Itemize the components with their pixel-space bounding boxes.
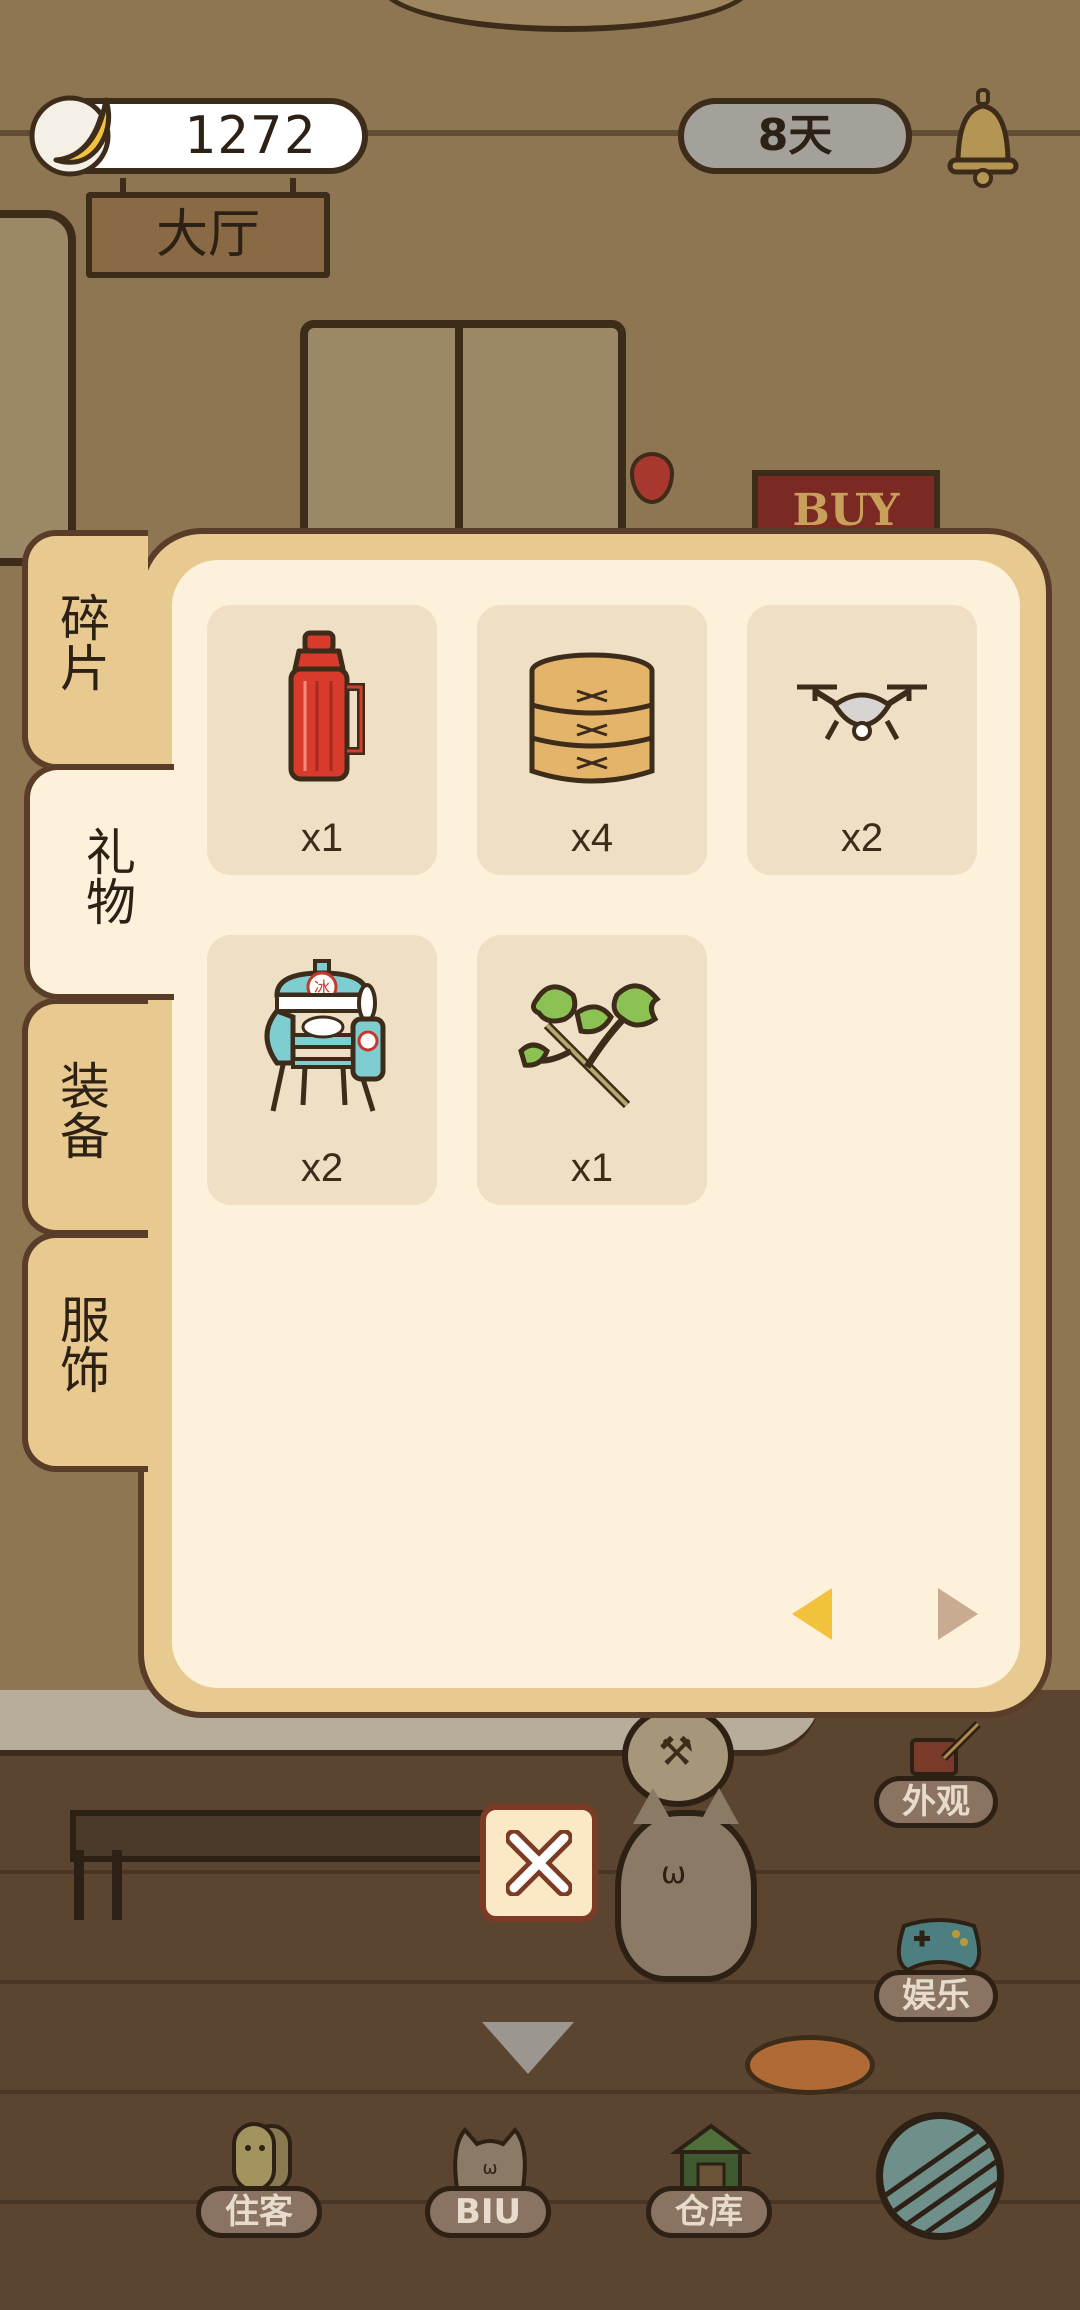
inventory-slot[interactable]: x2 — [747, 605, 977, 875]
warehouse-label-box: 仓库 — [646, 2186, 772, 2238]
tab-fragments[interactable]: 碎片 — [22, 530, 148, 770]
tab-equipment[interactable]: 装备 — [22, 998, 148, 1236]
close-icon — [506, 1830, 572, 1896]
warehouse-label: 仓库 — [675, 2192, 743, 2232]
close-button[interactable] — [480, 1804, 598, 1922]
drone-icon — [797, 684, 927, 741]
nav-biu[interactable]: ω BIU — [425, 2118, 555, 2238]
item-count: x4 — [570, 816, 614, 860]
nav-guests[interactable]: 住客 — [196, 2118, 326, 2238]
paint-bucket-icon — [910, 1721, 981, 1776]
tab-label: 礼物 — [78, 826, 136, 926]
left-window — [0, 210, 76, 566]
entertainment-label: 娱乐 — [902, 1976, 970, 2016]
svg-text:ω: ω — [482, 2158, 497, 2179]
days-counter: 8天 — [678, 98, 912, 174]
bench-leg — [74, 1850, 84, 1920]
warehouse-icon — [669, 2123, 753, 2192]
cat-ear — [699, 1788, 739, 1824]
inventory-slot[interactable]: x4 — [477, 605, 707, 875]
inventory-slot[interactable]: x1 — [207, 605, 437, 875]
guests-label: 住客 — [225, 2192, 293, 2232]
shopkeeper-cat[interactable]: ω — [615, 1788, 757, 1982]
cat-ear — [633, 1788, 673, 1824]
days-label: 8天 — [757, 110, 833, 161]
cat-head-icon: ω — [453, 2126, 527, 2190]
bamboo-steamer-icon — [529, 652, 655, 784]
coin-amount: 1272 — [184, 106, 318, 166]
bench-leg — [112, 1850, 122, 1920]
inventory-slot[interactable]: 冰 x2 — [207, 935, 437, 1205]
nav-warehouse[interactable]: 仓库 — [646, 2118, 776, 2238]
guests-icon — [232, 2122, 292, 2192]
room-name: 大厅 — [155, 205, 260, 265]
biu-label-box: BIU — [425, 2186, 551, 2238]
floor-plank-line — [0, 2090, 1080, 2094]
yarn-strand — [883, 2122, 997, 2225]
hammer-icon: ⚒ — [658, 1729, 694, 1775]
appearance-label: 外观 — [902, 1782, 970, 1822]
entertainment-label-box: 娱乐 — [874, 1970, 998, 2022]
bell-icon[interactable] — [946, 88, 1020, 188]
guests-label-box: 住客 — [196, 2186, 322, 2238]
appearance-button[interactable]: 外观 — [874, 1718, 1004, 1828]
page-next-arrow[interactable] — [938, 1588, 978, 1640]
biu-label: BIU — [454, 2192, 522, 2232]
item-count: x1 — [300, 816, 344, 860]
room-sign: 大厅 — [86, 192, 330, 278]
item-count: x2 — [300, 1146, 344, 1190]
collapse-arrow[interactable] — [482, 2022, 574, 2074]
item-count: x2 — [840, 816, 884, 860]
inventory-slot[interactable]: x1 — [477, 935, 707, 1205]
thermos-icon — [288, 630, 365, 782]
tab-label: 碎片 — [52, 592, 110, 692]
yarn-ball-button[interactable] — [876, 2112, 1004, 2240]
tab-clothing[interactable]: 服饰 — [22, 1232, 148, 1472]
tab-label: 服饰 — [52, 1294, 110, 1394]
banana-coin-icon — [29, 95, 112, 177]
gamepad-icon — [896, 1918, 982, 1973]
page-prev-arrow[interactable] — [792, 1588, 832, 1640]
appearance-label-box: 外观 — [874, 1776, 998, 1828]
entertainment-button[interactable]: 娱乐 — [874, 1912, 1004, 2022]
bread-plate — [745, 2035, 875, 2095]
herb-branch-icon — [518, 983, 661, 1109]
bench — [70, 1810, 512, 1862]
shaved-ice-machine-icon: 冰 — [264, 959, 386, 1112]
tab-label: 装备 — [52, 1060, 110, 1160]
item-count: x1 — [570, 1146, 614, 1190]
tab-gift[interactable]: 礼物 — [24, 764, 174, 1000]
cat-face: ω — [661, 1856, 687, 1891]
